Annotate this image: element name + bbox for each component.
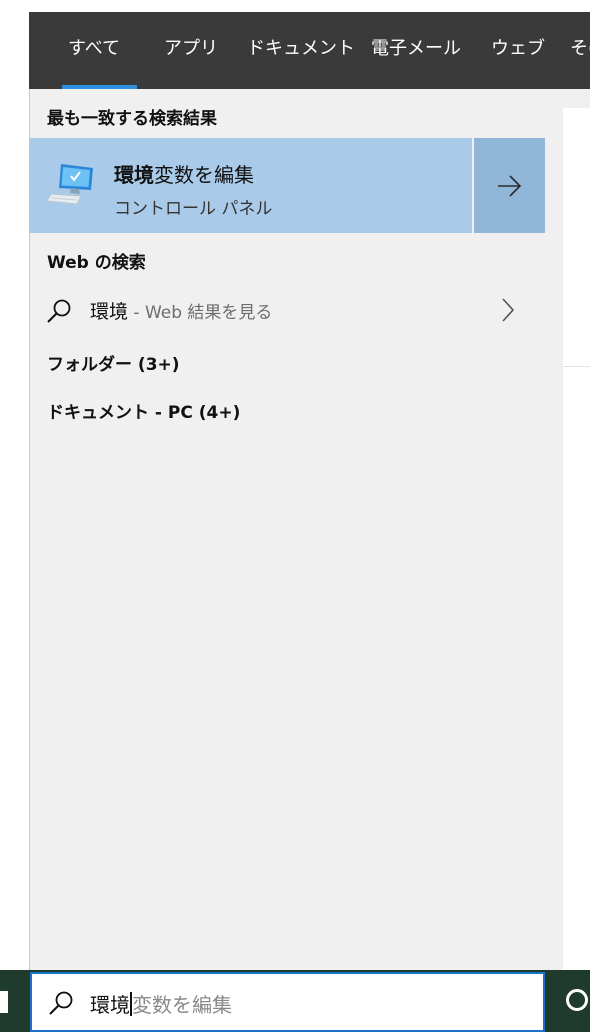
desktop-background	[0, 0, 29, 970]
active-tab-indicator	[62, 85, 137, 89]
web-search-hint: - Web 結果を見る	[128, 303, 273, 323]
cortana-icon[interactable]	[566, 989, 588, 1011]
best-match-title-bold: 環境	[114, 163, 154, 187]
web-search-query: 環境 - Web 結果を見る	[90, 297, 272, 324]
tab-more[interactable]: その	[570, 12, 590, 89]
search-autocomplete-suggestion: 変数を編集	[132, 993, 232, 1017]
preview-card	[563, 108, 590, 366]
tab-all-label: すべて	[68, 38, 121, 59]
best-match-title-rest: 変数を編集	[154, 163, 254, 187]
search-icon	[47, 299, 71, 323]
taskbar-search-box[interactable]: 環境 変数を編集	[30, 972, 545, 1032]
web-search-heading: Web の検索	[47, 253, 146, 273]
screen: すべて アプリ ドキュメント 電子メール ウェブ その 最も一致する検索結果	[0, 0, 590, 1032]
start-button[interactable]	[0, 991, 8, 1013]
open-details-button[interactable]	[474, 138, 545, 233]
web-query-text: 環境	[90, 301, 129, 323]
tab-web-label: ウェブ	[491, 38, 545, 59]
tab-all[interactable]: すべて	[62, 12, 137, 89]
control-panel-monitor-icon	[47, 164, 93, 205]
tab-web[interactable]: ウェブ	[491, 12, 545, 89]
search-typed-text: 環境	[90, 993, 130, 1017]
tab-documents[interactable]: ドキュメント	[247, 12, 355, 89]
chevron-right-icon	[502, 298, 515, 322]
tab-apps[interactable]: アプリ	[164, 12, 218, 89]
tab-more-label: その	[570, 38, 590, 59]
tab-email-label: 電子メール	[371, 38, 461, 59]
tab-apps-label: アプリ	[164, 38, 218, 59]
tab-email[interactable]: 電子メール	[371, 12, 461, 89]
best-match-subtitle: コントロール パネル	[114, 199, 273, 219]
folders-group[interactable]: フォルダー (3+)	[47, 350, 180, 375]
best-match-result[interactable]: 環境変数を編集 コントロール パネル	[30, 138, 472, 233]
preview-card-lower	[563, 366, 590, 971]
documents-group[interactable]: ドキュメント - PC (4+)	[47, 398, 240, 423]
best-match-title: 環境変数を編集	[114, 159, 254, 188]
search-input-text: 環境 変数を編集	[90, 989, 232, 1018]
tab-documents-label: ドキュメント	[247, 38, 355, 59]
web-search-result[interactable]: 環境 - Web 結果を見る	[30, 286, 545, 334]
search-icon	[49, 991, 73, 1015]
search-filter-tabbar: すべて アプリ ドキュメント 電子メール ウェブ その	[29, 12, 590, 89]
best-match-heading: 最も一致する検索結果	[47, 109, 217, 129]
arrow-right-icon	[498, 175, 522, 197]
